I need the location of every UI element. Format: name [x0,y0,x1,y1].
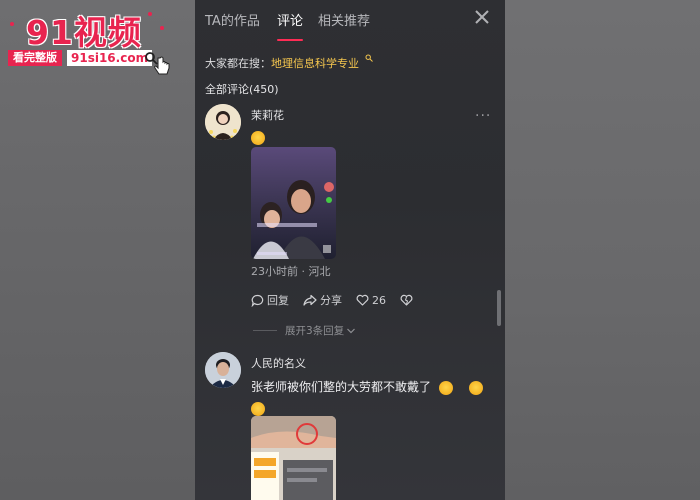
comment-image-thumbnail[interactable] [251,416,336,500]
comment-text-body: 张老师被你们整的大劳都不敢戴了 [251,380,432,394]
chevron-down-icon [347,328,356,333]
comment-username[interactable]: 茉莉花 [251,107,284,123]
comment-video-thumbnail[interactable] [251,147,336,259]
reply-icon [251,294,264,307]
more-options-icon[interactable]: ··· [475,108,491,124]
search-suggestion-keyword[interactable]: 地理信息科学专业 [271,57,359,70]
expand-replies-button[interactable]: 展开3条回复 [253,323,356,338]
laughing-emoji-icon [251,130,265,145]
expand-replies-label: 展开3条回复 [285,325,345,337]
divider [253,330,277,331]
search-icon [365,54,373,62]
broken-heart-icon [400,294,413,306]
watermark-dot [160,26,164,30]
like-count: 26 [372,293,386,307]
tab-related[interactable]: 相关推荐 [318,10,370,29]
comment-emoji-row [251,127,265,146]
watermark-url: 91si16.com [67,50,153,66]
reply-button[interactable]: 回复 [251,292,289,308]
comment-panel: TA的作品 评论 相关推荐 大家都在搜：地理信息科学专业 全部评论(450) 茉… [195,0,505,500]
comment-count: 全部评论(450) [205,83,279,96]
laughing-emoji-icon [468,380,483,395]
pointer-hand-icon [154,56,170,75]
comment-emoji-row [251,398,265,417]
reply-label: 回复 [267,294,289,307]
avatar[interactable] [205,104,241,140]
heart-icon [356,294,369,306]
share-label: 分享 [320,294,342,307]
watermark-logo: 91视频 [26,13,142,52]
search-suggestion[interactable]: 大家都在搜：地理信息科学专业 [205,55,359,71]
like-button[interactable]: 26 [356,294,386,307]
tab-comments[interactable]: 评论 [277,10,303,29]
comment-username[interactable]: 人民的名义 [251,355,306,371]
share-icon [303,294,317,306]
laughing-emoji-icon [438,380,453,395]
tab-works[interactable]: TA的作品 [205,10,260,29]
avatar-image [205,104,241,140]
laughing-emoji-icon [251,401,265,416]
comment-text: 张老师被你们整的大劳都不敢戴了 [251,378,483,395]
watermark-dot [10,22,14,26]
watermark-dot [148,12,152,16]
search-suggestion-prefix: 大家都在搜： [205,57,271,70]
share-button[interactable]: 分享 [303,292,342,308]
comment-image [251,416,336,500]
active-tab-indicator [277,39,303,41]
avatar[interactable] [205,352,241,388]
video-thumbnail-image [251,147,336,259]
comment-actions: 回复 分享 26 [251,292,430,308]
background-right [505,0,700,500]
watermark: 91视频 看完整版 91si16.com [0,0,190,80]
dislike-button[interactable] [400,294,416,306]
scrollbar[interactable] [497,290,501,326]
close-icon[interactable] [473,8,491,26]
tab-bar: TA的作品 评论 相关推荐 [195,0,505,44]
avatar-image [205,352,241,388]
comment-meta: 23小时前 · 河北 [251,265,331,278]
watermark-tag: 看完整版 [8,50,62,66]
